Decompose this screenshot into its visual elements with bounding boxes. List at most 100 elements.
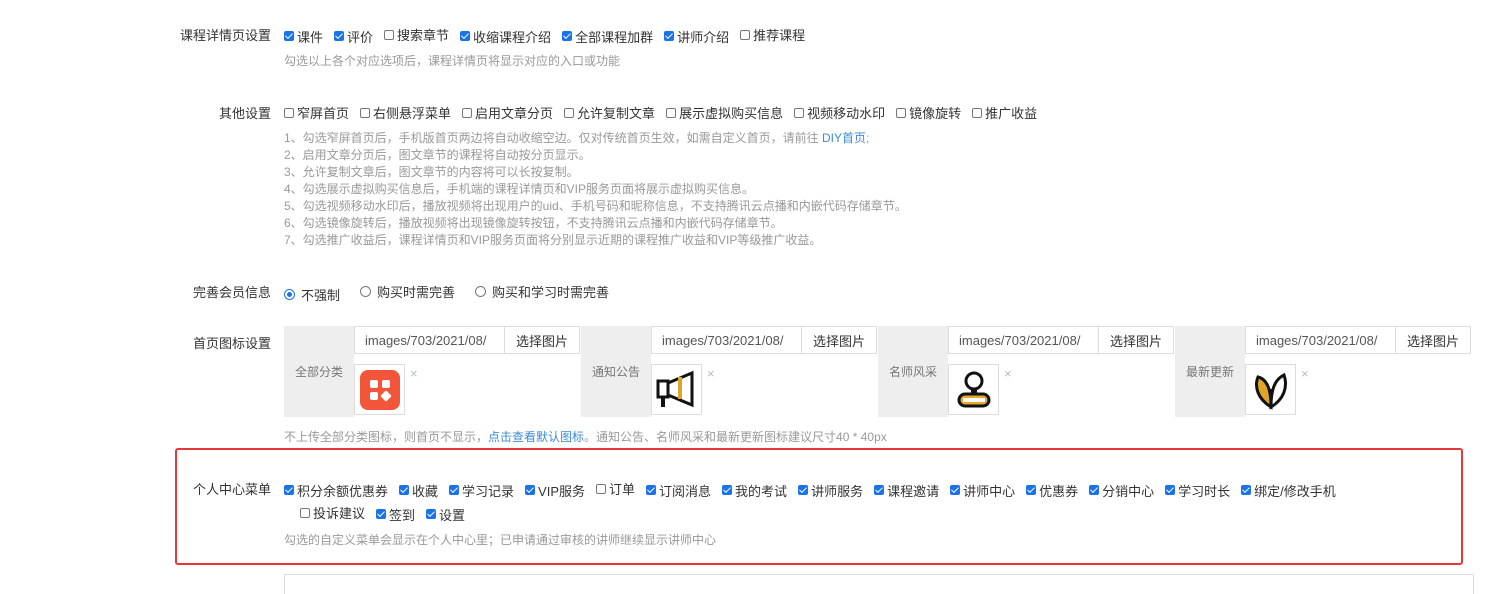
checkbox-icon[interactable] <box>462 107 473 118</box>
checkbox-icon[interactable] <box>564 107 575 118</box>
checkbox-icon[interactable] <box>384 29 395 40</box>
other-settings-help: 1、勾选窄屏首页后，手机版首页两边将自动收缩空边。仅对传统首页生效，如需自定义首… <box>284 130 907 249</box>
checkbox-icon[interactable] <box>284 31 294 41</box>
checkbox-icon[interactable] <box>596 483 607 494</box>
icon-card-title: 全部分类 <box>284 326 354 417</box>
checkbox-icon[interactable] <box>334 31 345 41</box>
checkbox-icon[interactable] <box>525 485 536 495</box>
checkbox-icon[interactable] <box>972 107 983 118</box>
checkbox-icon[interactable] <box>449 485 460 495</box>
menu-option-12[interactable]: 学习时长 <box>1165 481 1230 500</box>
radio-icon[interactable] <box>360 286 372 297</box>
delete-icon[interactable]: × <box>1301 366 1309 381</box>
other-option-6[interactable]: 镜像旋转 <box>896 103 961 122</box>
choose-image-button[interactable]: 选择图片 <box>505 326 580 354</box>
checkbox-icon[interactable] <box>562 31 573 41</box>
menu-option-4[interactable]: 订单 <box>596 479 635 498</box>
radio-icon[interactable] <box>475 286 487 297</box>
delete-icon[interactable]: × <box>410 366 418 381</box>
menu-option-extra-2[interactable]: 设置 <box>426 505 465 524</box>
checkbox-icon[interactable] <box>722 485 733 495</box>
radio-icon[interactable] <box>284 289 295 300</box>
course-detail-option-5[interactable]: 讲师介绍 <box>664 27 729 46</box>
other-option-4[interactable]: 展示虚拟购买信息 <box>666 103 783 122</box>
menu-option-1[interactable]: 收藏 <box>399 481 438 500</box>
delete-icon[interactable]: × <box>1004 366 1012 381</box>
menu-option-2[interactable]: 学习记录 <box>449 481 514 500</box>
checkbox-icon[interactable] <box>950 485 961 495</box>
checkbox-icon[interactable] <box>798 485 809 495</box>
checkbox-icon[interactable] <box>376 509 387 519</box>
menu-option-13[interactable]: 绑定/修改手机 <box>1241 481 1336 500</box>
checkbox-icon[interactable] <box>1165 485 1176 495</box>
checkbox-label: 镜像旋转 <box>909 106 962 121</box>
checkbox-label: 签到 <box>389 507 416 523</box>
other-option-2[interactable]: 启用文章分页 <box>462 103 553 122</box>
course-detail-option-4[interactable]: 全部课程加群 <box>562 27 653 46</box>
menu-option-3[interactable]: VIP服务 <box>525 481 585 500</box>
checkbox-icon[interactable] <box>460 31 471 41</box>
icon-path-input[interactable]: images/703/2021/08/ <box>354 326 505 354</box>
diy-home-link[interactable]: DIY首页 <box>822 131 866 145</box>
other-option-5[interactable]: 视频移动水印 <box>794 103 885 122</box>
checkbox-icon[interactable] <box>1026 485 1037 495</box>
menu-option-10[interactable]: 优惠券 <box>1026 481 1078 500</box>
checkbox-icon[interactable] <box>284 107 294 118</box>
icon-path-input[interactable]: images/703/2021/08/ <box>1245 326 1396 354</box>
checkbox-icon[interactable] <box>740 29 751 40</box>
course-detail-help: 勾选以上各个对应选项后，课程详情页将显示对应的入口或功能 <box>284 54 621 68</box>
other-option-3[interactable]: 允许复制文章 <box>564 103 655 122</box>
choose-image-button[interactable]: 选择图片 <box>802 326 877 354</box>
icon-path-input[interactable]: images/703/2021/08/ <box>651 326 802 354</box>
delete-icon[interactable]: × <box>707 366 715 381</box>
menu-option-11[interactable]: 分销中心 <box>1089 481 1154 500</box>
view-default-icons-link[interactable]: 点击查看默认图标 <box>488 430 584 444</box>
checkbox-icon[interactable] <box>664 31 675 41</box>
radio-label: 购买和学习时需完善 <box>492 285 610 300</box>
checkbox-icon[interactable] <box>399 485 410 495</box>
icon-card-3: 最新更新 images/703/2021/08/选择图片 × <box>1175 326 1471 417</box>
checkbox-icon[interactable] <box>646 485 657 495</box>
checkbox-icon[interactable] <box>896 107 907 118</box>
menu-option-5[interactable]: 订阅消息 <box>646 481 711 500</box>
checkbox-icon[interactable] <box>300 507 310 518</box>
checkbox-icon[interactable] <box>1089 485 1100 495</box>
menu-option-extra-0[interactable]: 投诉建议 <box>300 503 365 522</box>
next-field-input[interactable] <box>284 574 1474 594</box>
course-detail-option-6[interactable]: 推荐课程 <box>740 25 805 44</box>
checkbox-icon[interactable] <box>426 509 437 519</box>
member-radio-2[interactable]: 购买和学习时需完善 <box>475 282 609 301</box>
icon-card-2: 名师风采 images/703/2021/08/选择图片 × <box>878 326 1174 417</box>
checkbox-icon[interactable] <box>666 107 677 118</box>
other-option-7[interactable]: 推广收益 <box>972 103 1037 122</box>
menu-option-7[interactable]: 讲师服务 <box>798 481 863 500</box>
choose-image-button[interactable]: 选择图片 <box>1099 326 1174 354</box>
checkbox-icon[interactable] <box>284 485 294 495</box>
other-option-0[interactable]: 窄屏首页 <box>284 103 349 122</box>
course-detail-option-2[interactable]: 搜索章节 <box>384 25 449 44</box>
choose-image-button[interactable]: 选择图片 <box>1396 326 1471 354</box>
menu-option-9[interactable]: 讲师中心 <box>950 481 1015 500</box>
checkbox-icon[interactable] <box>1241 485 1252 495</box>
checkbox-icon[interactable] <box>874 485 885 495</box>
member-radio-1[interactable]: 购买时需完善 <box>360 282 455 301</box>
personal-menu-label: 个人中心菜单 <box>192 482 271 497</box>
icon-path-input[interactable]: images/703/2021/08/ <box>948 326 1099 354</box>
megaphone-icon <box>651 364 702 415</box>
menu-option-6[interactable]: 我的考试 <box>722 481 787 500</box>
member-radio-0[interactable]: 不强制 <box>284 285 340 304</box>
menu-option-0[interactable]: 积分余额优惠券 <box>284 481 388 500</box>
menu-option-8[interactable]: 课程邀请 <box>874 481 939 500</box>
checkbox-icon[interactable] <box>794 107 805 118</box>
course-detail-option-0[interactable]: 课件 <box>284 27 323 46</box>
checkbox-label: 绑定/修改手机 <box>1254 483 1336 499</box>
checkbox-label: 收藏 <box>412 483 439 499</box>
checkbox-icon[interactable] <box>360 107 371 118</box>
menu-option-extra-1[interactable]: 签到 <box>376 505 415 524</box>
checkbox-label: 课程邀请 <box>887 483 940 499</box>
checkbox-label: 课件 <box>297 29 324 45</box>
course-detail-option-1[interactable]: 评价 <box>334 27 373 46</box>
other-option-1[interactable]: 右侧悬浮菜单 <box>360 103 451 122</box>
home-icons-label: 首页图标设置 <box>192 336 271 351</box>
course-detail-option-3[interactable]: 收缩课程介绍 <box>460 27 551 46</box>
